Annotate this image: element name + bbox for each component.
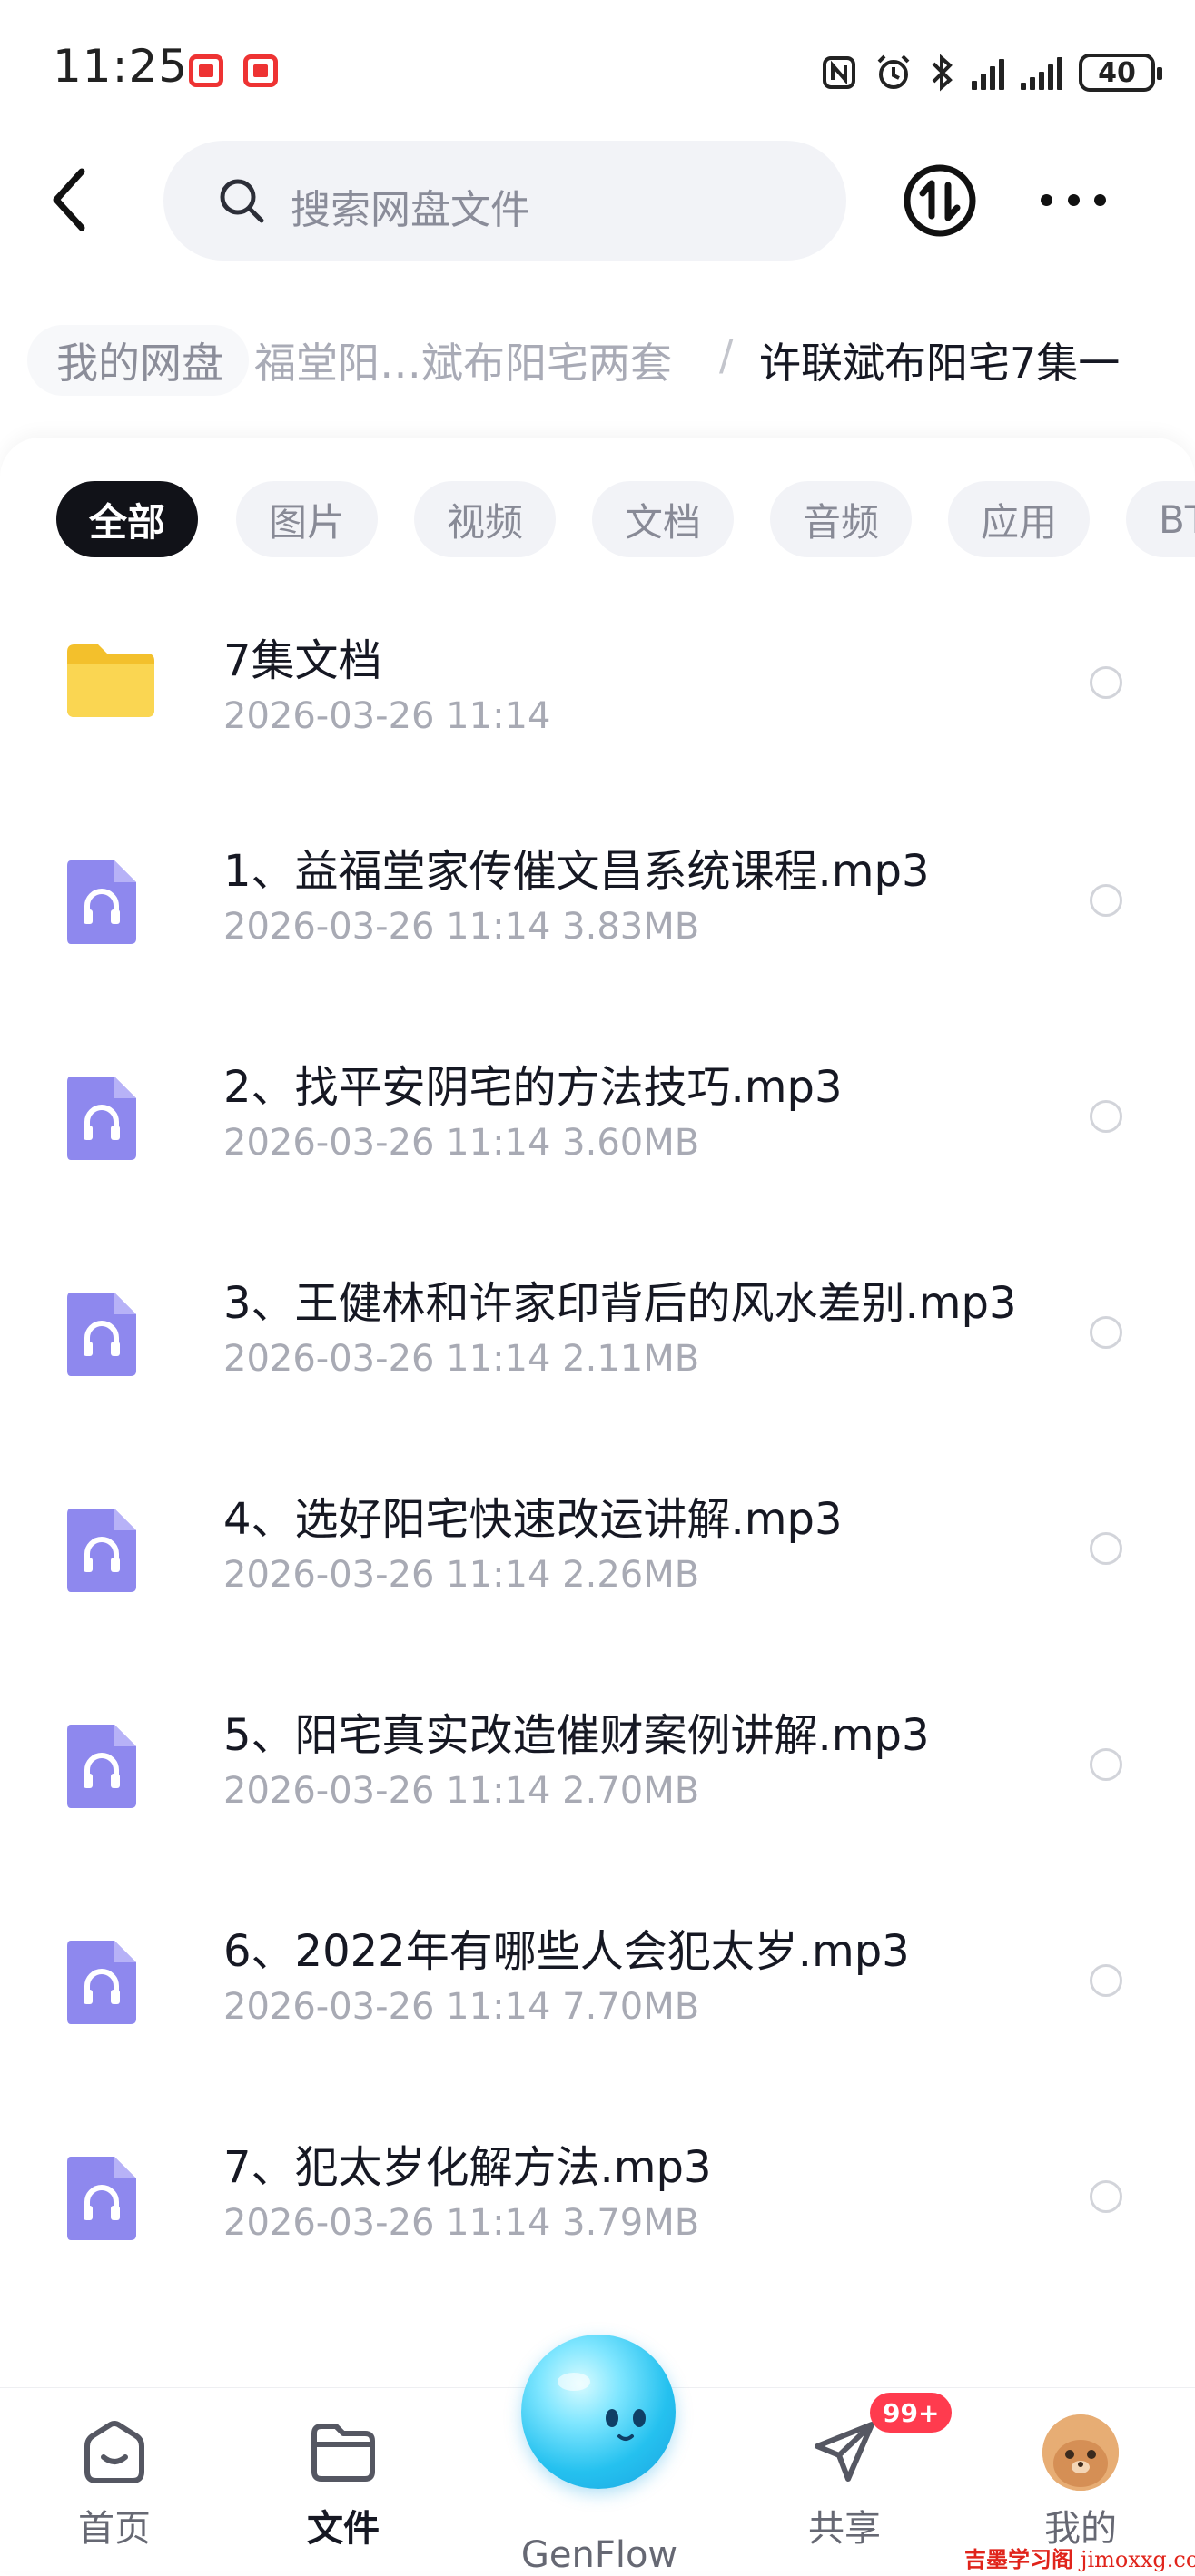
status-indicators: 40 — [821, 47, 1162, 98]
battery-level: 40 — [1098, 56, 1136, 89]
filter-images[interactable]: 图片 — [236, 481, 378, 557]
filter-tabs: 全部 图片 视频 文档 音频 应用 BT — [56, 481, 1195, 557]
breadcrumb: 我的网盘 福堂阳…斌布阳宅两套 / 许联斌布阳宅7集一 — [0, 309, 1195, 418]
notification-app-icon — [243, 54, 278, 87]
home-icon — [84, 2421, 144, 2483]
folder-icon — [67, 644, 154, 717]
filter-apps[interactable]: 应用 — [948, 481, 1090, 557]
notification-app-icon — [189, 54, 223, 87]
audio-file-icon — [67, 1725, 136, 1808]
search-icon — [220, 179, 264, 223]
more-options-button[interactable] — [1041, 182, 1106, 218]
nav-files[interactable]: 文件 — [262, 2415, 425, 2551]
genflow-assistant-button[interactable] — [521, 2335, 676, 2489]
breadcrumb-parent[interactable]: 福堂阳…斌布阳宅两套 — [254, 330, 672, 390]
transfer-button[interactable] — [903, 163, 977, 238]
nav-home-label: 首页 — [78, 2508, 151, 2550]
file-name: 7、犯太岁化解方法.mp3 — [223, 2142, 712, 2193]
battery-icon: 40 — [1079, 54, 1162, 92]
watermark-cn: 吉墨学习阁 — [964, 2547, 1073, 2572]
watermark-en: jimoxxg.com — [1081, 2547, 1195, 2572]
search-input[interactable]: 搜索网盘文件 — [291, 177, 530, 235]
alarm-icon — [877, 54, 910, 89]
file-row-folder[interactable]: 7集文档 2026-03-26 11:14 — [0, 581, 1195, 797]
filter-documents[interactable]: 文档 — [592, 481, 734, 557]
file-row-audio[interactable]: 6、2022年有哪些人会犯太岁.mp3 2026-03-26 11:14 7.7… — [0, 1877, 1195, 2093]
select-checkbox[interactable] — [1090, 884, 1122, 917]
watermark: 吉墨学习阁 jimoxxg.com — [964, 2542, 1195, 2573]
file-name: 3、王健林和许家印背后的风水差别.mp3 — [223, 1278, 1017, 1329]
file-name: 1、益福堂家传催文昌系统课程.mp3 — [223, 846, 930, 897]
file-name: 2、找平安阴宅的方法技巧.mp3 — [223, 1062, 843, 1113]
file-meta: 2026-03-26 11:14 7.70MB — [223, 1986, 700, 2028]
filter-all[interactable]: 全部 — [56, 481, 198, 557]
file-row-audio[interactable]: 7、犯太岁化解方法.mp3 2026-03-26 11:14 3.79MB — [0, 2093, 1195, 2309]
select-checkbox[interactable] — [1090, 1748, 1122, 1781]
select-checkbox[interactable] — [1090, 2180, 1122, 2213]
audio-file-icon — [67, 2157, 136, 2240]
file-meta: 2026-03-26 11:14 3.83MB — [223, 906, 700, 948]
file-name: 5、阳宅真实改造催财案例讲解.mp3 — [223, 1710, 930, 1761]
file-name: 6、2022年有哪些人会犯太岁.mp3 — [223, 1926, 910, 1977]
status-bar: 11:25 40 — [0, 0, 1195, 136]
breadcrumb-separator: / — [719, 330, 734, 379]
audio-file-icon — [67, 1293, 136, 1376]
breadcrumb-current: 许联斌布阳宅7集一 — [759, 339, 1121, 388]
audio-file-icon — [67, 1941, 136, 2024]
audio-file-icon — [67, 1077, 136, 1160]
select-checkbox[interactable] — [1090, 1964, 1122, 1997]
select-checkbox[interactable] — [1090, 1532, 1122, 1565]
notification-badge: 99+ — [870, 2393, 953, 2433]
transfer-icon — [904, 164, 976, 237]
paper-plane-icon — [815, 2422, 874, 2482]
file-row-audio[interactable]: 4、选好阳宅快速改运讲解.mp3 2026-03-26 11:14 2.26MB — [0, 1445, 1195, 1661]
signal-icon-2 — [1021, 55, 1062, 90]
file-meta: 2026-03-26 11:14 3.60MB — [223, 1122, 700, 1164]
file-meta: 2026-03-26 11:14 2.70MB — [223, 1770, 700, 1812]
more-dot — [1041, 193, 1052, 206]
nav-share-label: 共享 — [808, 2508, 881, 2550]
select-checkbox[interactable] — [1090, 1316, 1122, 1349]
chevron-left-icon — [53, 168, 85, 231]
file-row-audio[interactable]: 3、王健林和许家印背后的风水差别.mp3 2026-03-26 11:14 2.… — [0, 1229, 1195, 1445]
nav-genflow-label: GenFlow — [520, 2534, 678, 2576]
breadcrumb-root[interactable]: 我的网盘 — [27, 325, 249, 396]
file-name: 7集文档 — [223, 635, 382, 686]
file-row-audio[interactable]: 5、阳宅真实改造催财案例讲解.mp3 2026-03-26 11:14 2.70… — [0, 1661, 1195, 1877]
file-row-audio[interactable]: 1、益福堂家传催文昌系统课程.mp3 2026-03-26 11:14 3.83… — [0, 797, 1195, 1013]
search-bar[interactable]: 搜索网盘文件 — [163, 141, 846, 261]
file-meta: 2026-03-26 11:14 2.11MB — [223, 1338, 700, 1380]
status-time: 11:25 — [53, 40, 189, 93]
avatar[interactable] — [1042, 2414, 1119, 2491]
genflow-face-icon — [558, 2373, 646, 2441]
audio-file-icon — [67, 1509, 136, 1592]
filter-audio[interactable]: 音频 — [770, 481, 912, 557]
select-checkbox[interactable] — [1090, 1100, 1122, 1133]
file-meta: 2026-03-26 11:14 3.79MB — [223, 2202, 700, 2244]
filter-bt[interactable]: BT — [1126, 481, 1195, 557]
nfc-icon — [823, 56, 855, 89]
nav-home[interactable]: 首页 — [33, 2415, 196, 2551]
file-name: 4、选好阳宅快速改运讲解.mp3 — [223, 1494, 843, 1545]
back-button[interactable] — [42, 163, 96, 236]
file-row-audio[interactable]: 2、找平安阴宅的方法技巧.mp3 2026-03-26 11:14 3.60MB — [0, 1013, 1195, 1229]
select-checkbox[interactable] — [1090, 666, 1122, 699]
avatar-image — [1042, 2414, 1119, 2491]
signal-icon — [972, 55, 1004, 90]
more-dot — [1067, 193, 1080, 206]
filter-videos[interactable]: 视频 — [414, 481, 556, 557]
nav-share[interactable]: 共享 — [763, 2415, 926, 2551]
file-meta: 2026-03-26 11:14 2.26MB — [223, 1554, 700, 1596]
more-dot — [1094, 193, 1106, 206]
nav-files-label: 文件 — [307, 2508, 380, 2550]
bluetooth-icon — [932, 54, 953, 92]
folder-nav-icon — [311, 2424, 375, 2482]
audio-file-icon — [67, 860, 136, 944]
file-meta: 2026-03-26 11:14 — [223, 695, 551, 737]
